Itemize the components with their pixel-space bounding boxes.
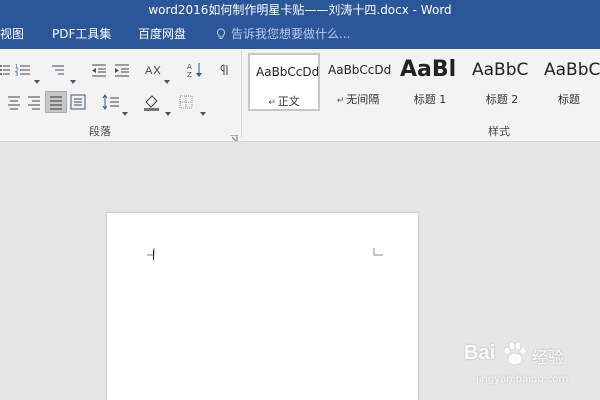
margin-corner-top-left-icon [147,243,157,256]
show-marks-icon[interactable] [220,62,232,78]
justify-button[interactable] [45,91,67,113]
paw-icon [500,340,530,368]
document-page[interactable] [106,212,419,400]
style-sample: AaBbC [472,60,529,80]
tab-pdf-tools[interactable]: PDF工具集 [52,20,111,49]
style-no-spacing[interactable]: AaBbCcDd ↵ 无间隔 [322,53,394,111]
multilevel-list-icon[interactable] [50,62,68,78]
line-spacing-icon[interactable] [102,94,120,110]
numbering-dropdown-icon[interactable] [34,69,40,84]
ribbon-tabs: 视图 PDF工具集 百度网盘 告诉我您想要做什么... [0,20,600,49]
shading-icon[interactable] [143,93,161,111]
decrease-indent-icon[interactable] [90,62,108,78]
style-heading-2[interactable]: AaBbC 标题 2 [466,53,538,111]
style-name: 标题 2 [485,93,519,106]
style-sample: AaBbCcDd [328,63,392,77]
tell-me-search[interactable]: 告诉我您想要做什么... [216,20,350,49]
style-name: 标题 1 [413,93,447,106]
increase-indent-icon[interactable] [113,62,131,78]
style-normal[interactable]: AaBbCcDd ↵ 正文 [248,53,320,111]
numbering-icon[interactable]: 123 [14,62,32,78]
watermark-brand: Bai [464,342,496,364]
bullets-icon[interactable] [0,62,10,78]
svg-text:3: 3 [15,72,18,78]
line-spacing-dropdown-icon[interactable] [122,101,128,116]
style-sample: AaBl [400,57,457,82]
borders-icon[interactable] [178,94,194,110]
ribbon-home: 123 A AZ 段落 AaBbCcDd ↵ 正文 AaBbCcDd ↵ 无间隔… [0,49,600,142]
tab-view[interactable]: 视图 [0,20,24,49]
paragraph-group-label: 段落 [89,125,111,138]
text-cursor [153,250,154,260]
distributed-icon[interactable] [70,94,86,110]
align-center-icon[interactable] [6,94,22,110]
style-name: 标题 [558,93,580,106]
tab-baidu-netdisk[interactable]: 百度网盘 [138,20,186,49]
sort-icon[interactable]: AZ [186,61,204,79]
style-name: ↵ 正文 [268,95,300,108]
shading-dropdown-icon[interactable] [165,101,171,116]
style-sample: AaBbCcDd [256,65,318,79]
watermark-product: 经验 [532,348,565,367]
svg-text:Z: Z [187,71,192,79]
asian-layout-icon[interactable]: A [144,62,162,78]
style-heading-1[interactable]: AaBl 标题 1 [394,53,466,111]
baidu-jingyan-watermark: Bai 经验 jingyan.baidu.com [462,338,596,394]
style-title[interactable]: AaBbC 标题 [538,53,600,111]
window-title: word2016如何制作明星卡贴——刘涛十四.docx - Word [0,0,600,20]
multilevel-dropdown-icon[interactable] [70,69,76,84]
tell-me-placeholder: 告诉我您想要做什么... [231,27,351,41]
style-sample: AaBbC [544,60,600,80]
margin-corner-top-right-icon [373,243,383,256]
align-right-icon[interactable] [26,94,42,110]
svg-text:A: A [145,65,153,77]
lightbulb-icon [216,22,226,39]
style-name: ↵ 无间隔 [336,93,380,106]
group-separator [241,51,242,137]
svg-text:A: A [187,63,192,71]
paragraph-dialog-launcher-icon[interactable] [230,128,238,141]
watermark-url: jingyan.baidu.com [476,374,569,385]
borders-dropdown-icon[interactable] [200,101,206,116]
asian-layout-dropdown-icon[interactable] [164,69,170,84]
styles-group-label: 样式 [488,125,510,138]
